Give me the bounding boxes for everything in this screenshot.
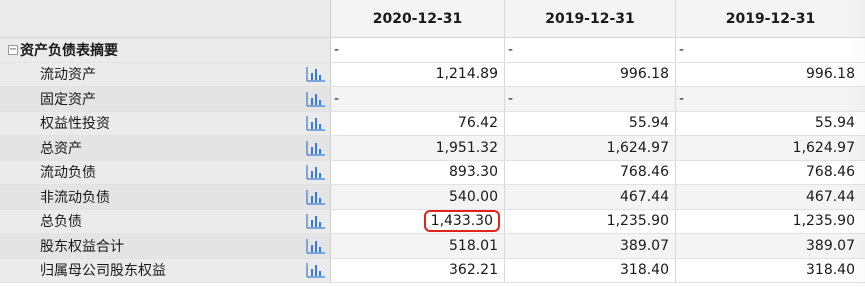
value-cell: 518.01 bbox=[331, 234, 505, 258]
value-cell: 389.07 bbox=[806, 237, 855, 254]
bar-chart-icon[interactable] bbox=[306, 189, 326, 205]
row-label: 归属母公司股东权益 bbox=[40, 263, 166, 280]
value-cell: 389.07 bbox=[505, 234, 676, 258]
value-cell: 1,214.89 bbox=[331, 62, 505, 86]
value-cell: 1,235.90 bbox=[505, 209, 676, 233]
value-cell: 55.94 bbox=[814, 115, 855, 132]
value-cell: - bbox=[505, 38, 676, 62]
row-label: 股东权益合计 bbox=[40, 238, 124, 255]
table-row[interactable]: 权益性投资 76.42 55.94 55.94 bbox=[0, 111, 865, 136]
row-label: 总资产 bbox=[40, 140, 82, 157]
value-cell: 362.21 bbox=[331, 258, 505, 282]
row-label: 权益性投资 bbox=[40, 116, 110, 133]
table-row[interactable]: 归属母公司股东权益 362.21 318.40 318.40 bbox=[0, 258, 865, 283]
value-cell: 996.18 bbox=[505, 62, 676, 86]
bar-chart-icon[interactable] bbox=[306, 262, 326, 278]
value-cell: - bbox=[331, 87, 505, 111]
column-header[interactable]: 2019-12-31 bbox=[676, 0, 865, 37]
table-row[interactable]: 股东权益合计 518.01 389.07 389.07 bbox=[0, 234, 865, 259]
value-cell: 1,951.32 bbox=[331, 136, 505, 160]
row-label-cell: 股东权益合计 bbox=[0, 234, 331, 258]
bar-chart-icon[interactable] bbox=[306, 115, 326, 131]
bar-chart-icon[interactable] bbox=[306, 66, 326, 82]
value-cell: 467.44 bbox=[505, 185, 676, 209]
section-title: 资产负债表摘要 bbox=[20, 42, 118, 59]
row-label-cell: 权益性投资 bbox=[0, 111, 331, 135]
value-cell: 1,624.97 bbox=[505, 136, 676, 160]
value-cell: - bbox=[331, 38, 505, 62]
row-label: 流动负债 bbox=[40, 165, 96, 182]
value-cell: 996.18 bbox=[806, 66, 855, 83]
row-label-cell: 流动负债 bbox=[0, 160, 331, 184]
value-cell: 318.40 bbox=[806, 262, 855, 279]
value-cell: 55.94 bbox=[505, 111, 676, 135]
value-cell: - bbox=[679, 41, 685, 58]
value-cell: - bbox=[679, 90, 685, 107]
bar-chart-icon[interactable] bbox=[306, 213, 326, 229]
value-cell: 893.30 bbox=[331, 160, 505, 184]
column-header[interactable]: 2020-12-31 bbox=[331, 0, 505, 37]
header-row: 2020-12-31 2019-12-31 2019-12-31 bbox=[0, 0, 865, 38]
table-row[interactable]: 流动资产 1,214.89 996.18 996.18 bbox=[0, 62, 865, 87]
table-row[interactable]: 固定资产 - - - bbox=[0, 87, 865, 112]
row-label-cell: 总负债 bbox=[0, 209, 331, 233]
value-cell: 76.42 bbox=[331, 111, 505, 135]
row-label: 总负债 bbox=[40, 214, 82, 231]
section-row[interactable]: − 资产负债表摘要 - - - bbox=[0, 38, 865, 63]
value-cell: 768.46 bbox=[806, 164, 855, 181]
row-label-cell: 归属母公司股东权益 bbox=[0, 258, 331, 282]
value-cell: - bbox=[505, 87, 676, 111]
row-label: 非流动负债 bbox=[40, 189, 110, 206]
value-cell: 318.40 bbox=[505, 258, 676, 282]
collapse-icon[interactable]: − bbox=[8, 44, 18, 55]
bar-chart-icon[interactable] bbox=[306, 91, 326, 107]
value-cell: 1,433.30 bbox=[331, 209, 505, 233]
bar-chart-icon[interactable] bbox=[306, 140, 326, 156]
section-label-cell: − 资产负债表摘要 bbox=[0, 38, 331, 62]
row-label-cell: 流动资产 bbox=[0, 62, 331, 86]
value-cell: 1,624.97 bbox=[792, 139, 855, 156]
value-cell: 1,235.90 bbox=[792, 213, 855, 230]
table-row[interactable]: 总负债 1,433.30 1,235.90 1,235.90 bbox=[0, 209, 865, 234]
row-label: 固定资产 bbox=[40, 91, 96, 108]
column-header[interactable]: 2019-12-31 bbox=[505, 0, 676, 37]
table-row[interactable]: 总资产 1,951.32 1,624.97 1,624.97 bbox=[0, 136, 865, 161]
bar-chart-icon[interactable] bbox=[306, 238, 326, 254]
bar-chart-icon[interactable] bbox=[306, 164, 326, 180]
value-cell: 467.44 bbox=[806, 188, 855, 205]
value-cell: 768.46 bbox=[505, 160, 676, 184]
value-cell: 540.00 bbox=[331, 185, 505, 209]
row-label-cell: 总资产 bbox=[0, 136, 331, 160]
row-label-cell: 非流动负债 bbox=[0, 185, 331, 209]
highlighted-value: 1,433.30 bbox=[423, 210, 500, 233]
table-row[interactable]: 非流动负债 540.00 467.44 467.44 bbox=[0, 185, 865, 210]
balance-sheet-table: 2020-12-31 2019-12-31 2019-12-31 − 资产负债表… bbox=[0, 0, 865, 287]
row-label: 流动资产 bbox=[40, 67, 96, 84]
table-row[interactable]: 流动负债 893.30 768.46 768.46 bbox=[0, 160, 865, 185]
row-label-cell: 固定资产 bbox=[0, 87, 331, 111]
header-label-cell bbox=[0, 0, 331, 37]
scroll-edge bbox=[849, 0, 865, 287]
